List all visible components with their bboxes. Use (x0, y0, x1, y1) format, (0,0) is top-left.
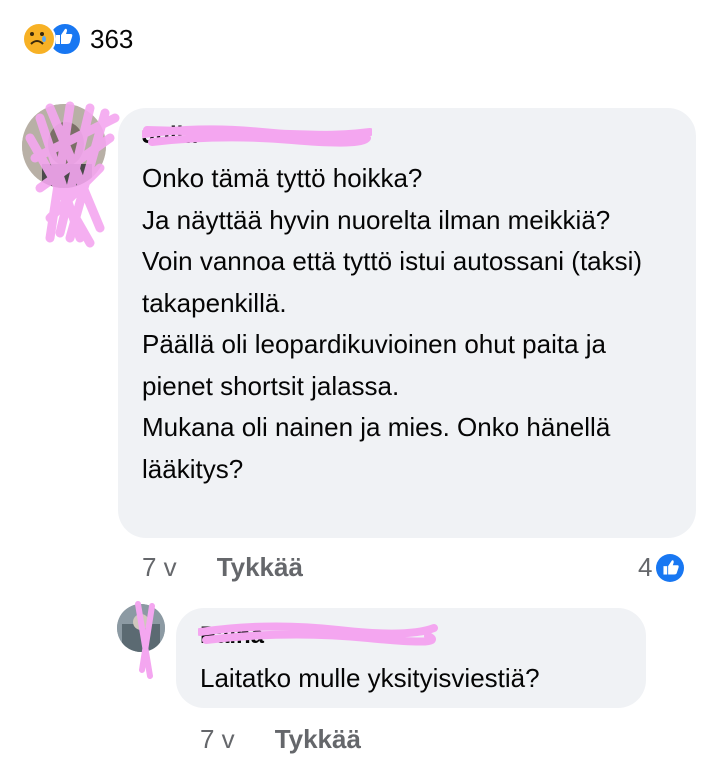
reply-meta: 7 v Tykkää (200, 724, 361, 755)
reply-author[interactable]: Paina (200, 622, 264, 650)
reply-timestamp[interactable]: 7 v (200, 724, 235, 755)
post-reactions[interactable]: 363 (22, 22, 133, 56)
like-button[interactable]: Tykkää (275, 724, 361, 755)
reply-text: Laitatko mulle yksityisviestiä? (200, 663, 540, 693)
commenter-avatar[interactable] (22, 104, 106, 188)
comment-text: Onko tämä tyttö hoikka? Ja näyttää hyvin… (142, 163, 643, 484)
comment-author[interactable]: Julia (142, 122, 197, 150)
reaction-count: 363 (90, 23, 134, 54)
reply-avatar[interactable] (117, 604, 165, 652)
sad-reaction-icon (22, 22, 56, 56)
comment-reaction-count[interactable]: 4 (638, 552, 685, 583)
comment-reaction-number: 4 (638, 552, 653, 582)
reply-bubble[interactable]: Paina Laitatko mulle yksityisviestiä? (176, 608, 646, 708)
like-button[interactable]: Tykkää (217, 552, 303, 583)
like-reaction-icon (656, 553, 685, 582)
comment-timestamp[interactable]: 7 v (142, 552, 177, 583)
comment-bubble[interactable]: Julia Onko tämä tyttö hoikka? Ja näyttää… (118, 108, 696, 538)
comment-meta: 7 v Tykkää (142, 552, 303, 583)
